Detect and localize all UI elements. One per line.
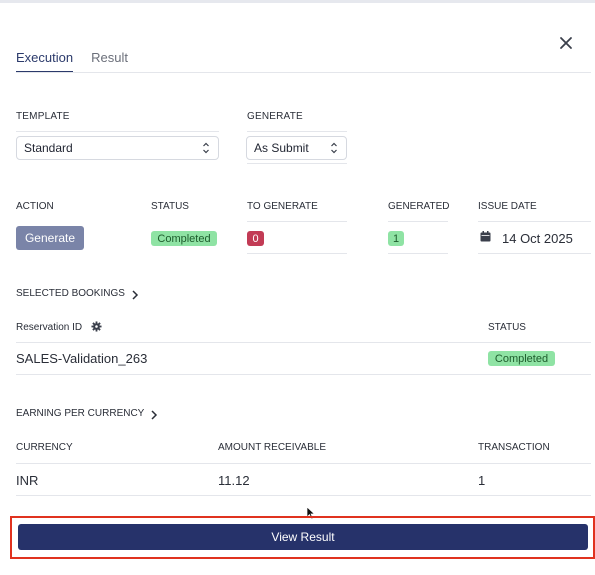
currency-header: CURRENCY — [16, 442, 73, 453]
currency-header-divider — [16, 463, 591, 464]
close-icon[interactable] — [558, 35, 574, 51]
chevron-updown-icon — [331, 142, 337, 154]
top-border — [0, 0, 595, 3]
action-header: ACTION — [16, 201, 54, 212]
reservation-id-cell: SALES-Validation_263 — [16, 351, 148, 366]
to-generate-divider — [247, 221, 347, 222]
amount-receivable-header: AMOUNT RECEIVABLE — [218, 442, 326, 453]
earning-per-currency-title: EARNING PER CURRENCY — [16, 407, 145, 419]
generated-bottom-divider — [388, 253, 448, 254]
gear-icon[interactable] — [91, 321, 102, 332]
currency-row-divider — [16, 495, 591, 496]
earning-per-currency-toggle[interactable]: EARNING PER CURRENCY — [16, 405, 158, 421]
view-result-button[interactable]: View Result — [18, 524, 588, 550]
generate-button[interactable]: Generate — [16, 226, 84, 250]
template-label: TEMPLATE — [16, 111, 70, 122]
tab-execution[interactable]: Execution — [16, 50, 74, 73]
template-select[interactable]: Standard — [16, 136, 219, 160]
generate-select[interactable]: As Submit — [246, 136, 347, 160]
to-generate-bottom-divider — [247, 253, 347, 254]
issue-date-header: ISSUE DATE — [478, 201, 537, 212]
generate-divider — [247, 131, 347, 132]
template-divider — [16, 131, 219, 132]
generate-bottom-divider — [247, 163, 347, 164]
selected-bookings-title: SELECTED BOOKINGS — [16, 287, 125, 299]
transaction-cell: 1 — [478, 473, 486, 488]
issue-date-divider — [478, 221, 591, 222]
reservation-id-header: Reservation ID — [16, 322, 83, 333]
to-generate-badge: 0 — [247, 231, 264, 246]
generate-select-value: As Submit — [254, 141, 309, 155]
bookings-header-divider — [16, 342, 591, 343]
generated-badge: 1 — [388, 231, 404, 246]
tab-bar: Execution Result — [16, 50, 128, 73]
bookings-row-divider — [16, 374, 591, 375]
chevron-updown-icon — [203, 142, 209, 154]
calendar-icon — [480, 231, 491, 242]
chevron-right-icon — [151, 410, 158, 420]
status-badge: Completed — [151, 231, 217, 246]
status-header: STATUS — [151, 201, 189, 212]
generate-label: GENERATE — [247, 111, 303, 122]
booking-status-header: STATUS — [488, 322, 526, 333]
chevron-right-icon — [132, 290, 138, 300]
generated-divider — [388, 221, 448, 222]
amount-cell: 11.12 — [218, 473, 250, 488]
currency-cell: INR — [16, 473, 39, 488]
issue-date-value: 14 Oct 2025 — [502, 231, 573, 246]
tab-divider — [16, 72, 591, 73]
booking-status-badge: Completed — [488, 351, 555, 366]
transaction-header: TRANSACTION — [478, 442, 550, 453]
tab-result[interactable]: Result — [91, 50, 128, 73]
generated-header: GENERATED — [388, 201, 450, 212]
to-generate-header: TO GENERATE — [247, 201, 318, 212]
issue-date-bottom-divider — [478, 253, 591, 254]
template-select-value: Standard — [24, 141, 73, 155]
selected-bookings-toggle[interactable]: SELECTED BOOKINGS — [16, 285, 139, 301]
view-result-highlight: View Result — [10, 516, 595, 559]
